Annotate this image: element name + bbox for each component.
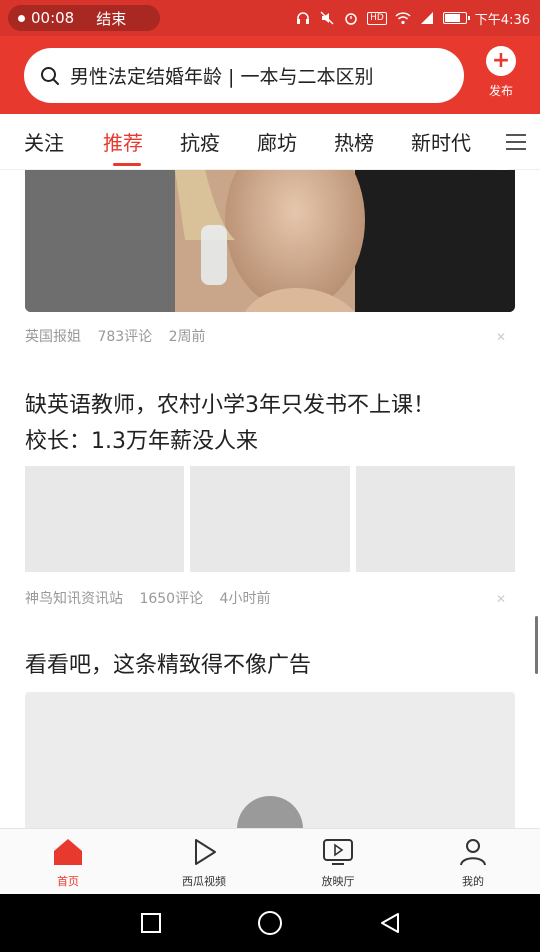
article-time: 4小时前 [219, 591, 271, 607]
scrollbar[interactable] [535, 616, 538, 674]
hd-icon: HD [367, 11, 387, 25]
recording-time: 00:08 [31, 9, 75, 27]
dislike-close-icon[interactable]: ✕ [496, 330, 506, 344]
recents-icon[interactable] [138, 910, 164, 936]
thumbnail-image [25, 466, 185, 572]
plus-icon: + [486, 46, 516, 76]
active-tab-indicator [113, 163, 141, 166]
nav-xigua-label: 西瓜视频 [182, 875, 226, 888]
tab-anti-epidemic[interactable]: 抗疫 [180, 127, 220, 156]
video-play-icon[interactable] [237, 796, 303, 828]
article-title-line2: 校长：1.3万年薪没人来 [25, 429, 258, 454]
app-header: 男性法定结婚年龄 | 一本与二本区别 + 发布 [0, 36, 540, 114]
recording-dot-icon [18, 14, 25, 22]
home-icon [54, 839, 82, 865]
wifi-icon [395, 11, 411, 25]
tab-hot-list[interactable]: 热榜 [334, 127, 374, 156]
article-meta: 神鸟知讯资讯站 1650评论 4小时前 [25, 588, 282, 608]
search-suggestion-text: 男性法定结婚年龄 | 一本与二本区别 [70, 66, 374, 88]
nav-screening-hall[interactable]: 放映厅 [293, 837, 383, 889]
status-icons: HD 下午4:36 [295, 0, 530, 36]
dislike-close-icon[interactable]: ✕ [496, 592, 506, 606]
alarm-icon [343, 11, 359, 25]
status-bar: 00:08 结束 HD 下午4:36 [0, 0, 540, 36]
publish-label: 发布 [488, 84, 513, 98]
end-recording-label[interactable]: 结束 [96, 8, 126, 29]
ad-video[interactable] [25, 692, 515, 828]
home-circle-icon[interactable] [257, 910, 283, 936]
channel-menu-icon[interactable] [506, 132, 526, 152]
nav-mine-label: 我的 [462, 875, 484, 888]
article-photo[interactable] [25, 170, 515, 312]
news-feed[interactable]: 英国报姐 783评论 2周前 ✕ 缺英语教师，农村小学3年只发书不上课！ 校长：… [0, 170, 540, 828]
article-source[interactable]: 神鸟知讯资讯站 [25, 591, 123, 607]
ad-title[interactable]: 看看吧，这条精致得不像广告 [25, 648, 515, 684]
article-thumbnails[interactable] [25, 466, 515, 572]
search-box[interactable]: 男性法定结婚年龄 | 一本与二本区别 [24, 48, 464, 103]
thumbnail-image [355, 466, 515, 572]
tab-langfang[interactable]: 廊坊 [257, 127, 297, 156]
screen-recording-pill[interactable]: 00:08 结束 [8, 5, 160, 31]
article-comments: 783评论 [97, 329, 153, 345]
tab-new-era[interactable]: 新时代 [411, 127, 471, 156]
battery-icon [442, 12, 470, 24]
play-icon [195, 839, 216, 865]
signal-icon [419, 11, 435, 25]
channel-tabs: 关注 推荐 抗疫 廊坊 热榜 新时代 [0, 114, 540, 170]
article-comments: 1650评论 [139, 591, 204, 607]
article-title[interactable]: 缺英语教师，农村小学3年只发书不上课！ 校长：1.3万年薪没人来 [25, 388, 515, 460]
headphone-icon [295, 11, 311, 25]
tv-icon [323, 839, 353, 865]
nav-home-label: 首页 [57, 875, 79, 888]
publish-button[interactable]: + 发布 [478, 46, 524, 99]
mute-icon [319, 11, 335, 25]
nav-screening-label: 放映厅 [321, 875, 355, 888]
article-title-line1: 缺英语教师，农村小学3年只发书不上课！ [25, 393, 435, 418]
bottom-navigation: 首页 西瓜视频 放映厅 我的 [0, 828, 540, 894]
thumbnail-image [190, 466, 350, 572]
article-meta: 英国报姐 783评论 2周前 [25, 326, 218, 346]
tab-follow[interactable]: 关注 [24, 127, 64, 156]
nav-home[interactable]: 首页 [23, 837, 113, 889]
article-source[interactable]: 英国报姐 [25, 329, 81, 345]
article-time: 2周前 [168, 329, 206, 345]
back-triangle-icon[interactable] [377, 910, 403, 936]
user-icon [460, 839, 486, 866]
status-clock: 下午4:36 [474, 12, 530, 28]
nav-xigua-video[interactable]: 西瓜视频 [159, 837, 249, 889]
nav-mine[interactable]: 我的 [428, 837, 518, 889]
tab-recommend[interactable]: 推荐 [103, 127, 143, 156]
system-navigation-bar [0, 894, 540, 952]
search-icon [41, 66, 59, 85]
